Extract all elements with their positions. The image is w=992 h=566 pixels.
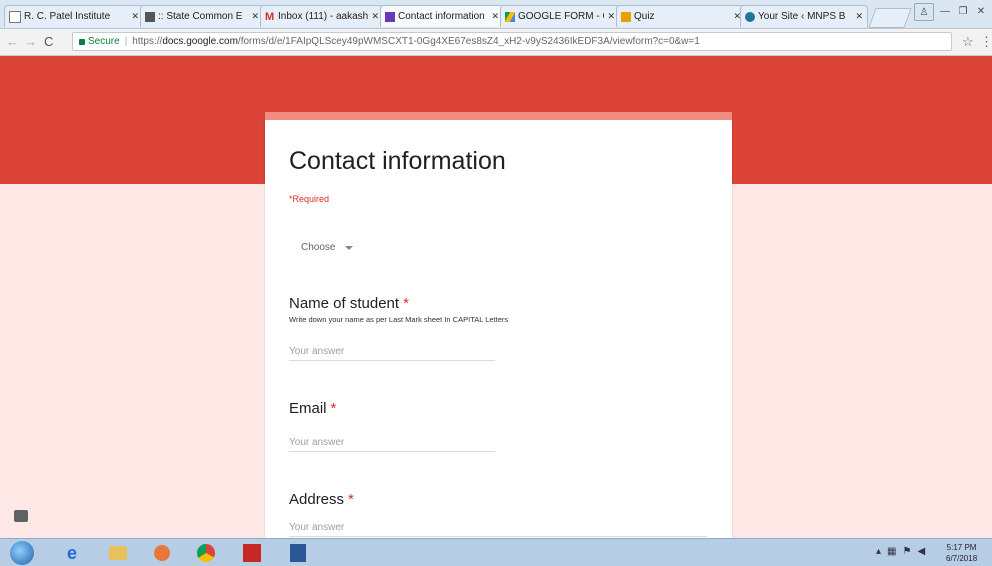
page-icon: [9, 10, 21, 23]
tab-contact-information[interactable]: Contact information ✕: [380, 5, 504, 27]
ie-icon[interactable]: e: [58, 542, 86, 564]
new-tab-button[interactable]: [868, 8, 912, 28]
system-clock[interactable]: 5:17 PM 6/7/2018: [946, 542, 977, 564]
tab-your-site[interactable]: Your Site ‹ MNPS B ✕: [740, 5, 868, 27]
quiz-icon: [621, 11, 631, 22]
required-asterisk: *: [403, 295, 409, 312]
tab-state-common[interactable]: :: State Common E ✕: [140, 5, 264, 27]
start-button[interactable]: [10, 541, 34, 565]
close-icon[interactable]: ✕: [491, 11, 499, 22]
url-prefix: https://: [132, 36, 163, 47]
tab-quiz[interactable]: Quiz ✕: [616, 5, 746, 27]
question-label: Address: [289, 491, 345, 508]
tab-label: Contact information: [398, 11, 485, 22]
choose-dropdown[interactable]: Choose: [301, 242, 354, 253]
tab-label: R. C. Patel Institute: [24, 11, 111, 22]
reload-icon[interactable]: C: [44, 34, 53, 49]
tab-inbox[interactable]: M Inbox (111) - aakash ✕: [260, 5, 384, 27]
secure-label: Secure: [88, 36, 120, 47]
gmail-icon: M: [265, 10, 275, 23]
tab-rc-patel[interactable]: R. C. Patel Institute ✕: [4, 5, 144, 27]
chrome-icon[interactable]: [192, 542, 220, 564]
close-icon[interactable]: ✕: [251, 11, 259, 22]
browser-tab-strip: R. C. Patel Institute ✕ :: State Common …: [0, 0, 992, 29]
gov-icon: [145, 11, 155, 22]
close-window-icon[interactable]: ✕: [972, 3, 990, 19]
question-description: Write down your name as per Last Mark sh…: [289, 315, 509, 324]
clock-date: 6/7/2018: [946, 554, 978, 563]
system-tray: ▴ ▦ ⚑ ◀: [876, 546, 925, 557]
question-title-name: Name of student *: [289, 295, 409, 312]
required-asterisk: *: [348, 491, 354, 508]
form-card: Contact information *Required Choose Nam…: [265, 112, 732, 542]
question-label: Name of student: [289, 295, 400, 312]
question-title-address: Address *: [289, 491, 354, 508]
close-icon[interactable]: ✕: [371, 11, 379, 22]
wordpress-icon: [745, 11, 755, 22]
bookmark-star-icon[interactable]: ☆: [962, 34, 974, 50]
restore-icon[interactable]: ❐: [954, 3, 972, 19]
required-note: *Required: [289, 194, 330, 204]
outlook-icon[interactable]: [148, 542, 176, 564]
tab-label: :: State Common E: [158, 11, 243, 22]
close-icon[interactable]: ✕: [131, 11, 139, 22]
url-separator: |: [124, 36, 128, 47]
volume-icon[interactable]: ◀: [917, 546, 925, 557]
address-input[interactable]: [289, 518, 707, 537]
acrobat-icon[interactable]: [238, 542, 266, 564]
word-icon[interactable]: [284, 542, 312, 564]
address-bar: ← → C Secure | https://docs.google.com/f…: [0, 29, 992, 56]
forms-icon: [385, 11, 395, 22]
tab-label: Quiz: [634, 11, 655, 22]
url-path: /forms/d/e/1FAIpQLScey49pWMSCXT1-0Gg4XE6…: [237, 36, 700, 47]
question-label: Email: [289, 400, 327, 417]
tab-label: Your Site ‹ MNPS B: [758, 11, 846, 22]
email-input[interactable]: [289, 433, 495, 452]
required-asterisk: *: [330, 400, 337, 417]
tab-label: GOOGLE FORM - G: [518, 11, 605, 22]
caret-down-icon: [345, 245, 354, 250]
tab-label: Inbox (111) - aakash: [278, 11, 369, 22]
name-of-student-input[interactable]: [289, 342, 495, 361]
drive-icon: [505, 11, 515, 22]
clock-time: 5:17 PM: [946, 543, 977, 552]
lock-icon: [79, 38, 85, 45]
forward-icon[interactable]: →: [24, 34, 37, 49]
url-host: docs.google.com: [162, 36, 238, 47]
url-text: https://docs.google.com/forms/d/e/1FAIpQ…: [132, 36, 700, 47]
feedback-icon[interactable]: [14, 510, 28, 522]
url-field[interactable]: Secure | https://docs.google.com/forms/d…: [72, 32, 952, 51]
close-icon[interactable]: ✕: [607, 11, 615, 22]
network-icon[interactable]: ▦: [887, 546, 896, 557]
taskbar: e ▴ ▦ ⚑ ◀ 5:17 PM 6/7/2018: [0, 538, 992, 566]
show-hidden-icons-icon[interactable]: ▴: [876, 546, 881, 557]
menu-icon[interactable]: ⋮: [980, 34, 992, 50]
form-title: Contact information: [289, 147, 506, 175]
close-icon[interactable]: ✕: [855, 11, 863, 22]
tab-google-form[interactable]: GOOGLE FORM - G ✕: [500, 5, 620, 27]
explorer-icon[interactable]: [104, 542, 132, 564]
minimize-icon[interactable]: —: [936, 3, 954, 19]
question-title-email: Email *: [289, 400, 336, 417]
user-icon[interactable]: ♙: [914, 3, 934, 21]
back-icon[interactable]: ←: [6, 34, 19, 49]
action-center-icon[interactable]: ⚑: [902, 546, 911, 557]
dropdown-value: Choose: [301, 242, 336, 253]
